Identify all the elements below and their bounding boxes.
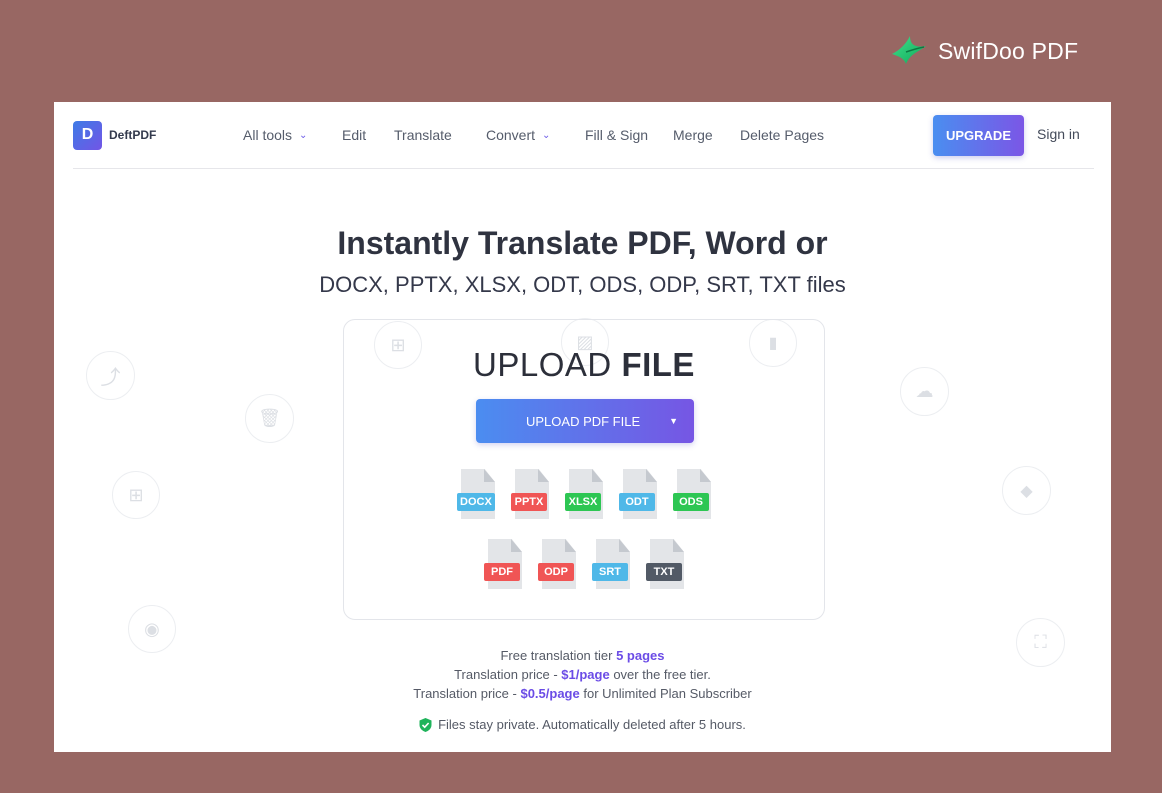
upload-card[interactable]: UPLOAD FILE UPLOAD PDF FILE ▼ DOCX PPTX … [343, 319, 825, 620]
pricing-text: for Unlimited Plan Subscriber [583, 686, 752, 701]
cloud-icon: ☁ [900, 367, 949, 416]
delete-icon: 🗑 [245, 394, 294, 443]
nav-all-tools[interactable]: All tools ⌄ [243, 127, 307, 143]
swifdoo-brand: SwifDoo PDF [890, 34, 1078, 68]
txt-file-icon: TXT [646, 539, 684, 589]
pricing-text: Translation price - [413, 686, 517, 701]
xlsx-file-icon: XLSX [565, 469, 603, 519]
file-type-label: SRT [592, 563, 628, 581]
file-type-label: TXT [646, 563, 682, 581]
pricing-line-2: Translation price - $1/page over the fre… [54, 667, 1111, 682]
upgrade-button[interactable]: UPGRADE [933, 115, 1024, 156]
logo-text: DeftPDF [109, 128, 157, 142]
file-types-row-1: DOCX PPTX XLSX ODT ODS [344, 469, 824, 519]
nav-merge[interactable]: Merge [673, 127, 713, 143]
nav-label: Merge [673, 127, 713, 143]
page-title: Instantly Translate PDF, Word or [337, 225, 828, 261]
privacy-text: Files stay private. Automatically delete… [438, 717, 746, 732]
chevron-down-icon: ⌄ [542, 129, 551, 141]
file-type-label: ODP [538, 563, 574, 581]
odp-file-icon: ODP [538, 539, 576, 589]
sign-in-link[interactable]: Sign in [1037, 126, 1080, 142]
ods-file-icon: ODS [673, 469, 711, 519]
merge-icon: ⤴ [86, 351, 135, 400]
page-subtitle: DOCX, PPTX, XLSX, ODT, ODS, ODP, SRT, TX… [319, 272, 846, 297]
file-type-label: XLSX [565, 493, 601, 511]
nav-edit[interactable]: Edit [342, 127, 366, 143]
pdf-file-icon: PDF [484, 539, 522, 589]
pricing-highlight: $0.5/page [520, 686, 580, 701]
upload-pdf-button[interactable]: UPLOAD PDF FILE ▼ [476, 399, 694, 443]
nav-label: Translate [394, 127, 452, 143]
browser-panel: ⤴ 🗑 ⊞ ◉ ⊞ ▨ ▮ ☁ ◆ ⛶ D DeftPDF All tools … [54, 102, 1111, 752]
nav-label: Edit [342, 127, 367, 143]
pricing-line-1: Free translation tier 5 pages [54, 648, 1111, 663]
nav-fill-sign[interactable]: Fill & Sign [585, 127, 648, 143]
file-type-label: ODS [673, 493, 709, 511]
eraser-icon: ◆ [1002, 466, 1051, 515]
nav-label: Delete Pages [740, 127, 825, 143]
pricing-highlight: $1/page [561, 667, 610, 682]
pricing-highlight: 5 pages [616, 648, 665, 663]
brand-name: SwifDoo PDF [938, 37, 1079, 64]
palette-icon: ◉ [128, 605, 176, 653]
upload-heading: UPLOAD FILE [344, 346, 824, 384]
nav-label: All tools [243, 127, 293, 143]
pricing-line-3: Translation price - $0.5/page for Unlimi… [54, 686, 1111, 701]
add-comment-icon: ⊞ [112, 471, 160, 519]
nav-delete-pages[interactable]: Delete Pages [740, 127, 824, 143]
pricing-text: over the free tier. [613, 667, 711, 682]
nav-translate[interactable]: Translate [394, 127, 452, 143]
pricing-text: Translation price - [454, 667, 558, 682]
site-header: D DeftPDF All tools ⌄ Edit Translate Con… [73, 102, 1094, 169]
shield-check-icon [419, 717, 432, 732]
pricing-text: Free translation tier [500, 648, 613, 663]
srt-file-icon: SRT [592, 539, 630, 589]
logo-mark: D [73, 120, 102, 150]
upload-heading-light: UPLOAD [473, 346, 612, 383]
upload-heading-bold: FILE [621, 346, 695, 383]
file-type-label: PDF [484, 563, 520, 581]
file-type-label: ODT [619, 493, 655, 511]
docx-file-icon: DOCX [457, 469, 495, 519]
nav-label: Convert [486, 127, 536, 143]
caret-down-icon[interactable]: ▼ [669, 416, 678, 426]
file-type-label: DOCX [457, 493, 495, 511]
nav-label: Fill & Sign [585, 127, 649, 143]
swift-bird-logo-icon [892, 36, 926, 64]
file-types-row-2: PDF ODP SRT TXT [344, 539, 824, 589]
privacy-note: Files stay private. Automatically delete… [54, 717, 1111, 732]
chevron-down-icon: ⌄ [299, 129, 308, 141]
odt-file-icon: ODT [619, 469, 657, 519]
file-type-label: PPTX [511, 493, 547, 511]
nav-convert[interactable]: Convert ⌄ [486, 127, 550, 143]
pptx-file-icon: PPTX [511, 469, 549, 519]
deftpdf-logo[interactable]: D DeftPDF [73, 120, 243, 150]
upload-button-label: UPLOAD PDF FILE [526, 413, 641, 429]
